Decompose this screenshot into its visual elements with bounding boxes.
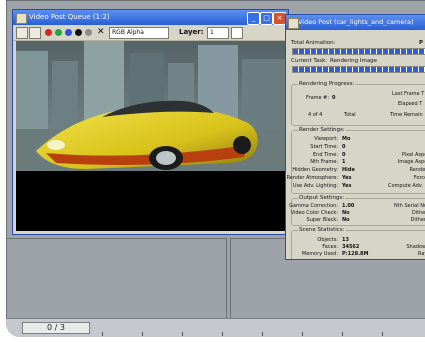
green-channel-icon[interactable] — [55, 29, 62, 36]
setting-label: Viewport: — [314, 136, 338, 142]
frame-value: 0 — [332, 95, 336, 101]
elapsed-label: Elapsed T — [398, 101, 423, 107]
setting-label: Video Color Check: — [290, 210, 338, 216]
setting-value: 13 — [342, 237, 349, 243]
clone-icon[interactable] — [29, 27, 41, 39]
render-settings-title: Render Settings: — [298, 127, 346, 133]
total-progress-bar — [292, 48, 425, 55]
setting-label: Memory Used: — [301, 251, 338, 258]
red-channel-icon[interactable] — [45, 29, 52, 36]
time-remaining-label: Time Remain — [390, 112, 423, 118]
setting-right-label: Shadow M — [406, 244, 425, 251]
timeline-tick — [182, 332, 183, 336]
setting-value: Yes — [342, 175, 352, 181]
rendering-progress-group: Rendering Progress: Frame #: 0 Last Fram… — [291, 81, 425, 126]
total-label: Total — [344, 112, 356, 118]
frame-buffer-window[interactable]: Video Post Queue (1:2) _ □ × ✕ RGB Alpha… — [12, 9, 289, 235]
timeline-tick — [382, 332, 383, 336]
timeline-tick — [342, 332, 343, 336]
setting-label: Objects: — [317, 237, 338, 243]
setting-right-label: Dither P — [411, 210, 425, 216]
layer-spinner[interactable]: 1 — [207, 27, 229, 39]
rendered-image — [16, 41, 285, 231]
setting-value: 34562 — [342, 244, 360, 251]
setting-right-label: Nth Serial Num — [394, 203, 425, 209]
setting-value: Yes — [342, 182, 352, 189]
setting-value: P:128.8M — [342, 251, 369, 258]
layer-label: Layer: — [179, 28, 204, 36]
timeline-tick — [302, 332, 303, 336]
total-animation-label: Total Animation: — [291, 40, 336, 46]
channel-select[interactable]: RGB Alpha — [109, 27, 169, 39]
total-progress-fill — [293, 49, 425, 54]
task-progress-fill — [293, 67, 425, 72]
setting-label: End Time: — [312, 151, 338, 158]
setting-value: 1 — [342, 159, 346, 166]
render-settings-group: Render Settings: Viewport: Mo Start Time: 0… — [287, 127, 425, 194]
setting-label: Gamma Correction: — [289, 203, 338, 209]
output-settings-title: Output Settings: — [298, 195, 346, 201]
save-icon[interactable] — [16, 27, 28, 39]
scene-statistics-title: Scene Statistics: — [298, 227, 346, 233]
last-frame-label: Last Frame T — [392, 91, 425, 97]
setting-label: Render Atmosphere: — [286, 175, 338, 181]
setting-value: 0 — [342, 143, 346, 150]
setting-value: No — [342, 210, 350, 216]
setting-right-label: Force 2 — [413, 175, 425, 181]
app-icon — [16, 13, 27, 24]
maximize-icon[interactable]: □ — [260, 12, 273, 25]
frame-buffer-titlebar[interactable]: Video Post Queue (1:2) _ □ × — [13, 10, 288, 25]
rendering-dialog-title: Video Post (car_lights_and_camera) — [298, 18, 414, 26]
setting-right-label: Render T — [409, 167, 425, 174]
blue-channel-icon[interactable] — [65, 29, 72, 36]
alpha-channel-icon[interactable] — [75, 29, 82, 36]
timeline-tick — [142, 332, 143, 336]
frame-label: Frame #: — [306, 95, 330, 101]
setting-right-label: Compute Adv. Lig — [388, 182, 425, 189]
timeline-tick — [222, 332, 223, 336]
task-progress-bar — [292, 66, 425, 73]
setting-right-label: Image Aspect — [397, 159, 425, 166]
app-icon — [288, 18, 299, 29]
setting-value: Mo — [342, 136, 351, 142]
swatch-icon[interactable] — [231, 27, 243, 39]
total-animation-right: P — [419, 40, 424, 46]
frame-counter[interactable]: 0 / 3 — [22, 322, 90, 334]
setting-value: Hide — [342, 167, 355, 174]
minimize-icon[interactable]: _ — [247, 12, 260, 25]
output-settings-group: Output Settings: Gamma Correction: 1.00 Vi… — [289, 195, 425, 226]
setting-label: Super Black: — [306, 217, 338, 223]
setting-value: 1.00 — [342, 203, 355, 209]
rendering-dialog[interactable]: Video Post (car_lights_and_camera) Total… — [285, 14, 425, 260]
frame-count: 4 of 4 — [308, 112, 323, 118]
setting-right-label: Ray T — [417, 251, 425, 258]
setting-label: Nth Frame: — [310, 159, 338, 166]
viewport-bottom-left[interactable] — [6, 238, 227, 320]
frame-buffer-toolbar: ✕ RGB Alpha Layer: 1 — [13, 25, 288, 41]
rendering-progress-title: Rendering Progress: — [298, 81, 356, 87]
rendering-dialog-titlebar[interactable]: Video Post (car_lights_and_camera) — [286, 15, 425, 30]
setting-label: Faces: — [322, 244, 338, 251]
setting-right-label: Pixel Aspect — [401, 151, 425, 158]
setting-label: Start Time: — [310, 143, 338, 150]
frame-buffer-title: Video Post Queue (1:2) — [29, 13, 110, 21]
timeline-tick — [102, 332, 103, 336]
scene-statistics-group: Scene Statistics: Objects: 13 Faces: 34562 M… — [291, 227, 425, 259]
current-task-label: Current Task: — [291, 58, 328, 64]
setting-right-label: Dither Tr — [410, 217, 425, 223]
current-task-value: Rendering Image — [330, 58, 378, 64]
setting-label: Use Adv. Lighting: — [292, 182, 338, 189]
setting-value: 0 — [342, 151, 346, 158]
car-render — [16, 41, 285, 231]
setting-value: No — [342, 217, 350, 223]
clear-icon[interactable]: ✕ — [97, 27, 105, 38]
timeline-tick — [262, 332, 263, 336]
time-slider[interactable]: 0 / 3 — [6, 318, 425, 337]
mono-icon[interactable] — [85, 29, 92, 36]
setting-label: Hidden Geometry: — [292, 167, 338, 174]
